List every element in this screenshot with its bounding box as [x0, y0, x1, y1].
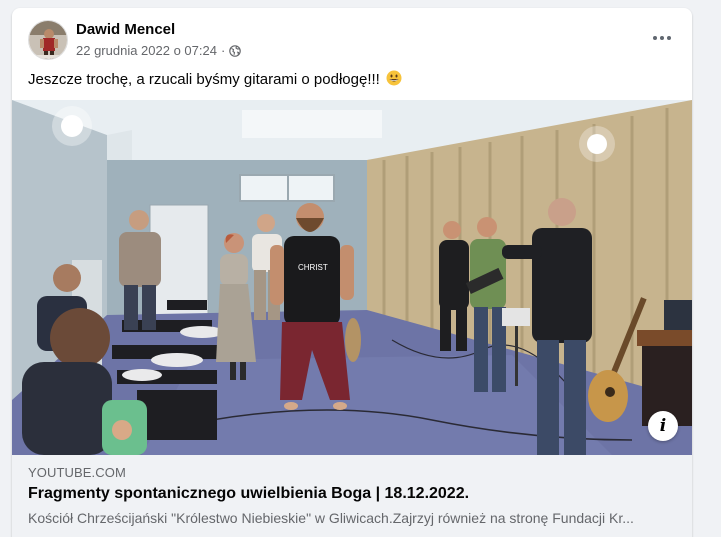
thumbnail-image: CHRIST: [12, 100, 692, 455]
grinning-face-emoji: [386, 70, 402, 86]
post-timestamp[interactable]: 22 grudnia 2022 o 07:24: [76, 43, 217, 58]
video-thumbnail[interactable]: CHRIST i: [12, 100, 692, 455]
post-meta: 22 grudnia 2022 o 07:24 ·: [76, 43, 242, 58]
link-description: Kościół Chrześcijański "Królestwo Niebie…: [28, 510, 634, 526]
post-card: Dawid Mencel 22 grudnia 2022 o 07:24 · J…: [12, 8, 692, 537]
post-text-container: Jeszcze trochę, a rzucali byśmy gitarami…: [28, 70, 402, 90]
link-title[interactable]: Fragmenty spontanicznego uwielbienia Bog…: [28, 485, 469, 503]
post-text: Jeszcze trochę, a rzucali byśmy gitarami…: [28, 71, 380, 88]
info-icon[interactable]: i: [648, 411, 678, 441]
link-preview[interactable]: YOUTUBE.COM Fragmenty spontanicznego uwi…: [12, 455, 692, 537]
author-avatar[interactable]: [28, 20, 68, 60]
avatar-image: [29, 21, 67, 59]
svg-text:CHRIST: CHRIST: [298, 263, 328, 272]
globe-icon[interactable]: [229, 44, 242, 57]
author-name[interactable]: Dawid Mencel: [76, 21, 175, 38]
post-header: Dawid Mencel 22 grudnia 2022 o 07:24 ·: [12, 8, 692, 64]
more-options-icon[interactable]: [648, 24, 676, 52]
link-domain: YOUTUBE.COM: [28, 465, 126, 480]
meta-separator: ·: [220, 43, 226, 58]
